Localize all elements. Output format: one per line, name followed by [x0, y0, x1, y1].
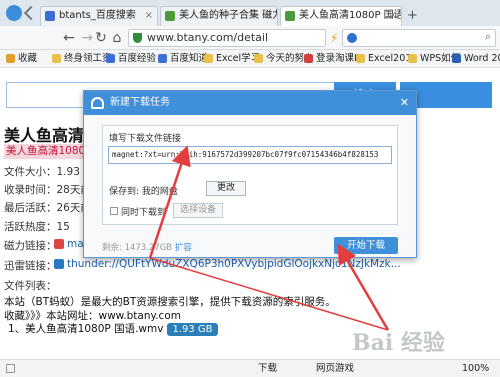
magnet-row: 磁力链接： [4, 238, 57, 253]
folder-icon [204, 54, 213, 63]
back-forward-mini-icon[interactable] [23, 5, 39, 21]
star-icon [6, 54, 15, 63]
bookmark-favorites[interactable]: 收藏 [6, 50, 37, 67]
tab-strip: btants_百度搜索 × 美人鱼的种子合集 磁力链 × 美人鱼高清1080P … [0, 0, 500, 26]
baidu-icon [45, 11, 55, 21]
app-logo-icon[interactable] [6, 5, 22, 21]
file-list-label: 文件列表： [4, 280, 57, 292]
thunder-row: 迅雷链接： [4, 258, 57, 273]
bookmarks-bar: 收藏 终身领工资 百度经验 百度知道 Excel学习 今天的努力 登录淘课IT … [0, 50, 500, 68]
download-icon [165, 11, 175, 21]
folder-icon [52, 54, 61, 63]
file-size-badge: 1.93 GB [167, 323, 218, 336]
bookmark-label: 百度知道 [170, 53, 209, 64]
folder-icon [408, 54, 417, 63]
file-list-item[interactable]: 1、美人鱼高清1080P 国语.wmv 1.93 GB [8, 321, 218, 336]
bookmark-label: 收藏 [18, 53, 38, 64]
space-info: 剩余: 1473.27GB 扩容 [102, 241, 192, 253]
page-subtitle: 美人鱼高清1080P 国语 [4, 144, 84, 159]
bookmark-label: 百度经验 [118, 53, 157, 64]
page-title: 美人鱼高清1080P [4, 126, 94, 145]
bookmark-item[interactable]: Word 201 [452, 50, 500, 67]
tab-label: 美人鱼的种子合集 磁力链 [179, 10, 277, 21]
address-bar: ← → ↻ ⌂ www.btany.com/detail ⚡ ⌕ [0, 26, 500, 50]
last-active-row: 最后活跃：26天前 [4, 200, 91, 215]
heat-value: 15 [56, 221, 70, 233]
close-icon[interactable]: × [389, 7, 397, 25]
link-input[interactable]: magnet:?xt=urn:btih:9167572d399207bc07f9… [108, 146, 392, 164]
paw-icon [347, 33, 357, 43]
new-tab-icon[interactable]: + [407, 8, 418, 23]
folder-icon [254, 54, 263, 63]
dialog-title: 新建下载任务 [110, 97, 170, 108]
dialog-header: 新建下载任务 ✕ [84, 91, 416, 115]
close-icon[interactable]: × [145, 7, 153, 25]
sync-checkbox[interactable] [110, 207, 118, 215]
dialog-body: 填写下载文件链接 magnet:?xt=urn:btih:9167572d399… [102, 125, 398, 225]
change-button[interactable]: 更改 [206, 181, 246, 196]
select-device-button[interactable]: 选择设备 [173, 203, 223, 218]
thunder-label: 迅雷链接： [4, 260, 57, 272]
thunder-icon [54, 259, 64, 269]
space-remaining: 剩余: 1473.27GB [102, 243, 173, 253]
status-bar: 下载 网页游戏 100% [0, 359, 500, 377]
bookmark-label: Word 201 [464, 53, 500, 64]
notification-icon[interactable] [6, 364, 15, 373]
last-active-label: 最后活跃： [4, 202, 57, 214]
magnet-label: 磁力链接： [4, 240, 57, 252]
zoom-level[interactable]: 100% [462, 360, 489, 377]
bookmark-item[interactable]: 百度经验 [106, 50, 156, 67]
save-location-label: 保存到: 我的网盘 [109, 187, 178, 197]
back-icon[interactable]: ← [60, 29, 78, 47]
lightning-icon[interactable]: ⚡ [330, 31, 338, 45]
about-text: 本站（BT蚂蚁）是最大的BT资源搜索引擎，提供下载资源的索引服务。 [4, 296, 336, 308]
bookmark-item[interactable]: 终身领工资 [52, 50, 112, 67]
browser-search-input[interactable]: ⌕ [342, 29, 496, 47]
page-icon [304, 54, 313, 63]
sync-label: 同时下载到 [121, 208, 167, 218]
cloud-logo-icon [91, 97, 104, 109]
folder-icon [356, 54, 365, 63]
watermark: Bai 经验 [352, 330, 445, 356]
shield-icon [133, 33, 142, 43]
tab-label: btants_百度搜索 [59, 10, 136, 21]
bookmark-item[interactable]: Excel学习 [204, 50, 260, 67]
game-status[interactable]: 网页游戏 [316, 360, 354, 377]
created-label: 收录时间： [4, 184, 57, 196]
bookmark-item[interactable]: 登录淘课IT [304, 50, 363, 67]
heat-row: 活跃热度：15 [4, 219, 70, 234]
start-download-button[interactable]: 开始下载 [334, 237, 398, 254]
download-status[interactable]: 下载 [258, 360, 277, 377]
tab-seed-collection[interactable]: 美人鱼的种子合集 磁力链 × [160, 6, 278, 26]
baidu-icon [106, 54, 115, 63]
file-name: 1、美人鱼高清1080P 国语.wmv [8, 323, 164, 335]
tab-baidu-search[interactable]: btants_百度搜索 × [40, 6, 158, 26]
file-size-row: 文件大小：1.93 G [4, 164, 91, 179]
word-icon [452, 54, 461, 63]
url-input[interactable]: www.btany.com/detail [128, 29, 326, 47]
close-icon[interactable]: ✕ [400, 91, 409, 115]
expand-link[interactable]: 扩容 [175, 243, 192, 253]
close-icon[interactable]: × [265, 7, 273, 25]
new-download-dialog: 新建下载任务 ✕ 填写下载文件链接 magnet:?xt=urn:btih:91… [83, 90, 417, 258]
bookmark-label: 终身领工资 [64, 53, 112, 64]
tab-detail[interactable]: 美人鱼高清1080P 国语.wm × [280, 6, 402, 26]
baidu-icon [158, 54, 167, 63]
magnet-icon [54, 239, 64, 249]
tab-label: 美人鱼高清1080P 国语.wm [299, 10, 402, 21]
heat-label: 活跃热度： [4, 221, 57, 233]
download-icon [285, 11, 295, 21]
url-text: www.btany.com/detail [147, 31, 269, 44]
home-icon[interactable]: ⌂ [108, 29, 126, 47]
created-row: 收录时间：28天前 [4, 182, 91, 197]
thunder-link[interactable]: thunder://QUFtYWduZXQ6P3h0PXVybjpidGlOoj… [67, 258, 401, 270]
search-icon[interactable]: ⌕ [485, 30, 491, 44]
file-size-label: 文件大小： [4, 166, 57, 178]
bookmark-item[interactable]: 百度知道 [158, 50, 208, 67]
link-label: 填写下载文件链接 [109, 134, 182, 144]
